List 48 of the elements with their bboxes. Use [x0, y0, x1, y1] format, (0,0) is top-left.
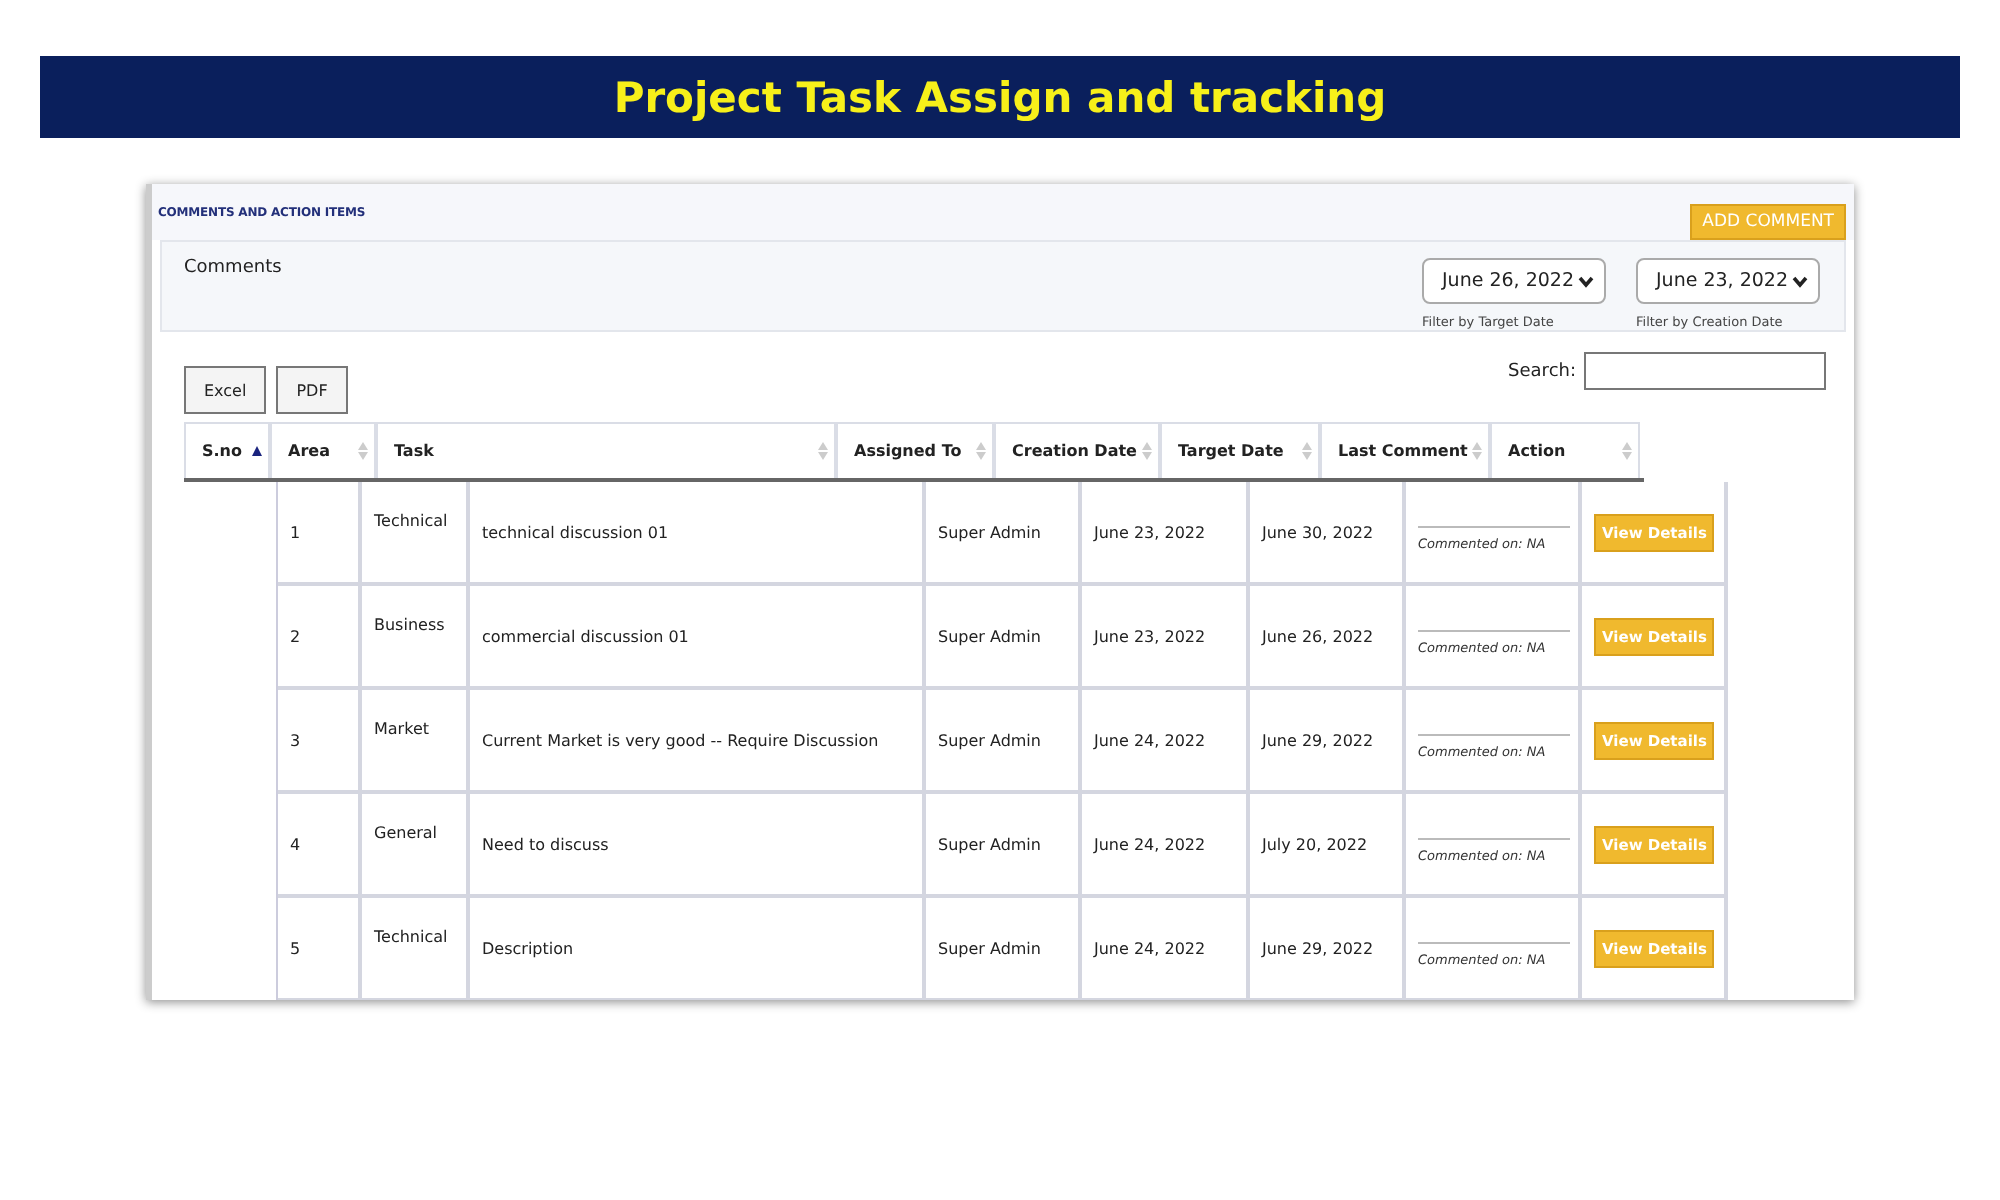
table-cell: Technical	[362, 482, 470, 586]
table-cell: 1	[278, 482, 362, 586]
table-cell: Super Admin	[926, 898, 1082, 1000]
column-header[interactable]: Target Date	[1160, 422, 1320, 478]
table-cell: Super Admin	[926, 690, 1082, 794]
chevron-down-icon	[1792, 275, 1808, 287]
column-header[interactable]: Task	[376, 422, 836, 478]
table-cell: General	[362, 794, 470, 898]
table-cell: Need to discuss	[470, 794, 926, 898]
table-cell: Super Admin	[926, 794, 1082, 898]
table-cell: Super Admin	[926, 586, 1082, 690]
table-cell: June 23, 2022	[1082, 482, 1250, 586]
table-cell: Technical	[362, 898, 470, 1000]
column-header[interactable]: Creation Date	[994, 422, 1160, 478]
table-cell: Super Admin	[926, 482, 1082, 586]
table-cell: June 24, 2022	[1082, 898, 1250, 1000]
table-cell: June 29, 2022	[1250, 898, 1406, 1000]
date-select[interactable]: June 23, 2022	[1636, 258, 1820, 304]
table-cell: Business	[362, 586, 470, 690]
search-field[interactable]	[1584, 352, 1826, 390]
section-label: Comments	[184, 258, 282, 282]
column-header[interactable]: Action	[1490, 422, 1640, 478]
table-cell: 3	[278, 690, 362, 794]
column-header[interactable]: Area	[270, 422, 376, 478]
table-cell: Current Market is very good -- Require Discussion	[470, 690, 926, 794]
table-cell: 5	[278, 898, 362, 1000]
table-cell: June 24, 2022	[1082, 690, 1250, 794]
table-cell: June 23, 2022	[1082, 586, 1250, 690]
table-cell: June 29, 2022	[1250, 690, 1406, 794]
search-label: Search:	[1508, 361, 1576, 381]
table-cell: July 20, 2022	[1250, 794, 1406, 898]
page-title: Project Task Assign and tracking	[613, 73, 1387, 121]
chevron-down-icon	[1578, 275, 1594, 287]
export-button[interactable]: Excel	[184, 366, 267, 414]
table-cell: Description	[470, 898, 926, 1000]
column-header[interactable]: S.no	[184, 422, 270, 478]
table-cell: technical discussion 01	[470, 482, 926, 586]
export-button[interactable]: PDF	[276, 366, 348, 414]
table-cell: June 30, 2022	[1250, 482, 1406, 586]
table-cell: 4	[278, 794, 362, 898]
date-select[interactable]: June 26, 2022	[1422, 258, 1606, 304]
column-header[interactable]: Last Comment	[1320, 422, 1490, 478]
table-cell: commercial discussion 01	[470, 586, 926, 690]
table-cell: 2	[278, 586, 362, 690]
column-header[interactable]: Assigned To	[836, 422, 994, 478]
table-cell: June 26, 2022	[1250, 586, 1406, 690]
table-cell: Market	[362, 690, 470, 794]
table-cell: June 24, 2022	[1082, 794, 1250, 898]
